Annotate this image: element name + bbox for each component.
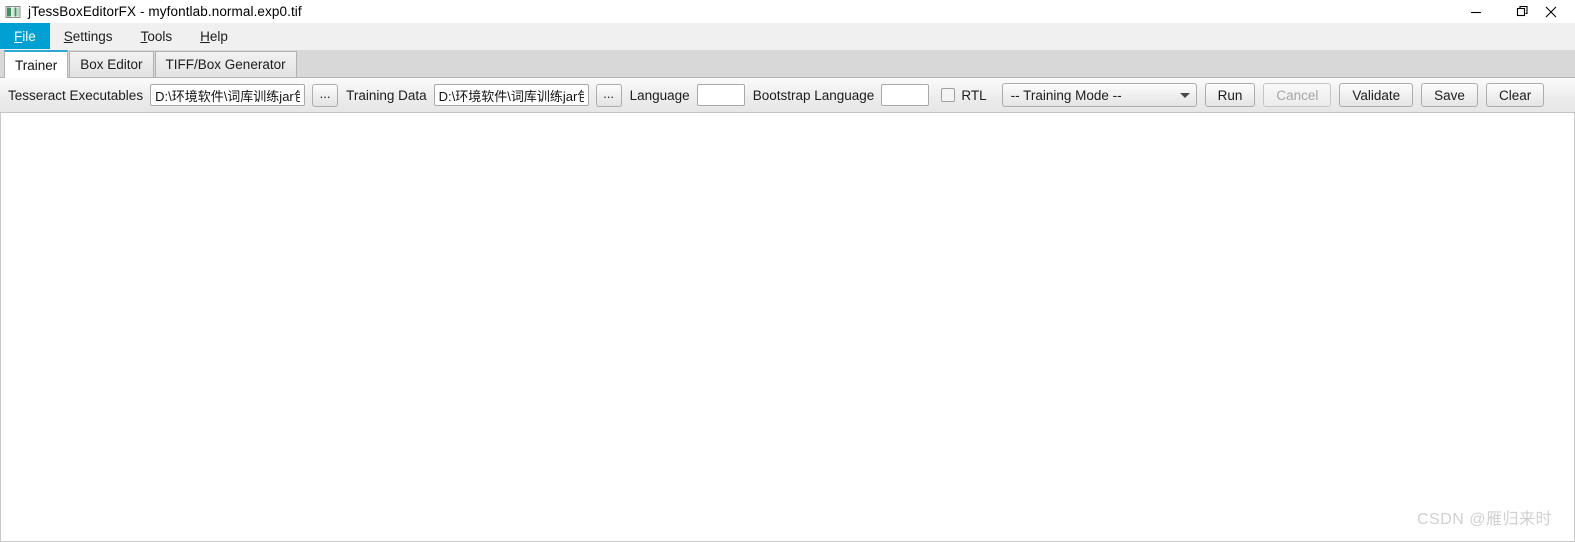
menu-item-settings-label-rest: ettings <box>72 28 113 44</box>
trainer-toolbar: Tesseract Executables ... Training Data … <box>0 78 1575 113</box>
language-input[interactable] <box>696 84 745 106</box>
menu-item-tools[interactable]: Tools <box>127 23 187 49</box>
save-button[interactable]: Save <box>1421 83 1478 107</box>
validate-button[interactable]: Validate <box>1339 83 1414 107</box>
tab-box-editor[interactable]: Box Editor <box>69 51 154 77</box>
bootstrap-language-label: Bootstrap Language <box>752 87 875 103</box>
maximize-icon[interactable] <box>1499 0 1545 23</box>
training-mode-value: -- Training Mode -- <box>1010 87 1122 103</box>
rtl-checkbox[interactable] <box>941 88 956 102</box>
tab-tiff-box-generator-label: TIFF/Box Generator <box>165 57 286 72</box>
training-data-input[interactable] <box>433 84 589 106</box>
tesseract-executables-browse-button[interactable]: ... <box>312 83 339 107</box>
cancel-button: Cancel <box>1263 83 1332 107</box>
window-title: jTessBoxEditorFX - myfontlab.normal.exp0… <box>28 4 302 19</box>
window-controls <box>1453 0 1575 23</box>
trainer-content-panel: CSDN @雁归来时 <box>0 113 1575 542</box>
menu-item-tools-label-rest: ools <box>147 28 173 44</box>
tab-trainer-label: Trainer <box>15 57 58 73</box>
tab-trainer[interactable]: Trainer <box>4 50 69 78</box>
run-button[interactable]: Run <box>1204 83 1256 107</box>
menu-item-settings[interactable]: Settings <box>50 23 127 49</box>
menu-item-help[interactable]: Help <box>186 23 242 49</box>
chevron-down-icon <box>1179 92 1190 98</box>
bootstrap-language-input[interactable] <box>881 84 930 106</box>
menu-bar: File Settings Tools Help <box>0 23 1575 50</box>
csdn-watermark: CSDN @雁归来时 <box>1416 511 1552 528</box>
menu-item-help-label-rest: elp <box>209 28 228 44</box>
title-bar: jTessBoxEditorFX - myfontlab.normal.exp0… <box>0 0 1575 23</box>
tab-box-editor-label: Box Editor <box>80 57 143 72</box>
tesseract-executables-label: Tesseract Executables <box>8 87 144 103</box>
menu-item-file[interactable]: File <box>0 23 50 49</box>
tab-tiff-box-generator[interactable]: TIFF/Box Generator <box>154 51 297 77</box>
rtl-label: RTL <box>961 87 987 103</box>
clear-button[interactable]: Clear <box>1485 83 1545 107</box>
minimize-icon[interactable] <box>1453 0 1499 23</box>
menu-item-file-label-rest: ile <box>22 28 36 44</box>
training-data-browse-button[interactable]: ... <box>595 83 622 107</box>
tab-strip: Trainer Box Editor TIFF/Box Generator <box>0 50 1575 78</box>
training-data-label: Training Data <box>346 87 427 103</box>
app-window: jTessBoxEditorFX - myfontlab.normal.exp0… <box>0 0 1575 542</box>
training-mode-select[interactable]: -- Training Mode -- <box>1001 83 1197 107</box>
app-image-icon <box>5 4 21 20</box>
language-label: Language <box>629 87 690 103</box>
close-icon[interactable] <box>1545 0 1575 23</box>
tesseract-executables-input[interactable] <box>150 84 306 106</box>
